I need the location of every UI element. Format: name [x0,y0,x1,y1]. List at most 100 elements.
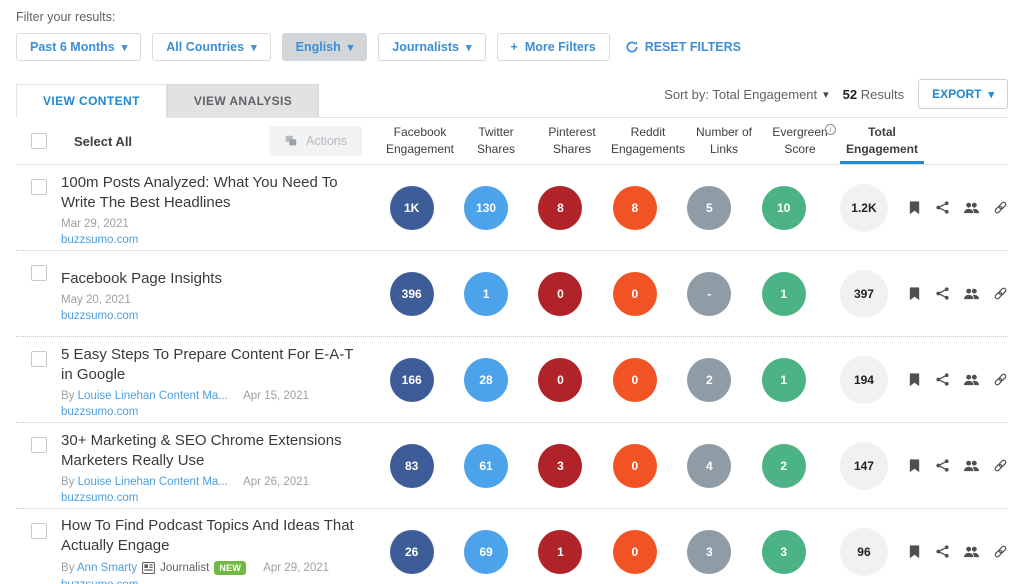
link-icon[interactable] [993,372,1008,387]
people-icon[interactable] [963,286,980,301]
tab-view-analysis[interactable]: VIEW ANALYSIS [167,84,319,117]
bookmark-icon[interactable] [907,372,922,387]
number-of-links-value: - [687,272,731,316]
bookmark-icon[interactable] [907,286,922,301]
journalists-dropdown[interactable]: Journalists ▾ [378,33,485,61]
domain-link[interactable]: buzzsumo.com [61,234,138,246]
row-checkbox[interactable] [31,179,47,195]
date-range-dropdown[interactable]: Past 6 Months ▾ [16,33,141,61]
results-word: Results [861,87,904,102]
facebook-engagement-value: 1K [390,186,434,230]
total-engagement-value: 194 [840,356,888,404]
journalist-tag: Journalist NEW [142,561,246,575]
export-button[interactable]: EXPORT ▾ [918,79,1008,109]
article-title[interactable]: 5 Easy Steps To Prepare Content For E-A-… [61,345,366,385]
total-engagement-value: 96 [840,528,888,576]
row-checkbox[interactable] [31,351,47,367]
number-of-links-value: 2 [687,358,731,402]
countries-label: All Countries [166,40,244,54]
sort-by-dropdown[interactable]: Sort by: Total Engagement ▾ [664,87,829,102]
journalist-label: Journalist [160,562,209,574]
author-link[interactable]: Ann Smarty [77,562,137,574]
plus-icon: + [511,40,518,54]
table-row: 100m Posts Analyzed: What You Need To Wr… [16,165,1008,251]
reddit-engagements-value: 8 [613,186,657,230]
row-checkbox[interactable] [31,265,47,281]
reddit-engagements-value: 0 [613,530,657,574]
people-icon[interactable] [963,372,980,387]
bookmark-icon[interactable] [907,544,922,559]
link-icon[interactable] [993,200,1008,215]
twitter-shares-value: 130 [464,186,508,230]
facebook-engagement-value: 83 [390,444,434,488]
refresh-icon [625,40,639,54]
domain-link[interactable]: buzzsumo.com [61,492,138,504]
pinterest-shares-value: 3 [538,444,582,488]
column-header-reddit[interactable]: Reddit Engagements [610,118,686,164]
share-icon[interactable] [935,286,950,301]
pinterest-shares-value: 8 [538,186,582,230]
evergreen-score-value: 3 [762,530,806,574]
people-icon[interactable] [963,458,980,473]
table-row: 30+ Marketing & SEO Chrome Extensions Ma… [16,423,1008,509]
countries-dropdown[interactable]: All Countries ▾ [152,33,270,61]
more-filters-button[interactable]: + More Filters [497,33,610,61]
share-icon[interactable] [935,544,950,559]
column-header-twitter[interactable]: Twitter Shares [458,118,534,164]
column-header-facebook[interactable]: Facebook Engagement [382,118,458,164]
evergreen-score-value: 10 [762,186,806,230]
select-all-checkbox[interactable] [31,133,47,149]
pinterest-shares-value: 0 [538,358,582,402]
reddit-engagements-value: 0 [613,272,657,316]
bookmark-icon[interactable] [907,458,922,473]
number-of-links-value: 4 [687,444,731,488]
byline: By Louise Linehan Content Ma... Apr 26, … [61,476,309,488]
share-icon[interactable] [935,458,950,473]
share-icon[interactable] [935,372,950,387]
tab-view-content[interactable]: VIEW CONTENT [16,84,167,118]
byline: By Louise Linehan Content Ma... Apr 15, … [61,390,309,402]
actions-button[interactable]: Actions [269,126,362,156]
facebook-engagement-value: 166 [390,358,434,402]
domain-link[interactable]: buzzsumo.com [61,579,138,584]
filter-label: Filter your results: [16,10,1008,24]
byline: By Ann Smarty [61,562,137,574]
share-icon[interactable] [935,200,950,215]
article-title[interactable]: 100m Posts Analyzed: What You Need To Wr… [61,173,366,213]
twitter-shares-value: 1 [464,272,508,316]
chevron-down-icon: ▾ [251,41,257,54]
actions-label: Actions [306,134,347,148]
column-header-total[interactable]: Total Engagement [838,118,926,164]
article-title[interactable]: Facebook Page Insights [61,269,366,289]
language-dropdown[interactable]: English ▾ [282,33,368,61]
table-row: 5 Easy Steps To Prepare Content For E-A-… [16,337,1008,423]
author-link[interactable]: Louise Linehan Content Ma... [78,476,228,488]
row-checkbox[interactable] [31,437,47,453]
facebook-engagement-value: 26 [390,530,434,574]
link-icon[interactable] [993,544,1008,559]
filter-row: Past 6 Months ▾ All Countries ▾ English … [16,33,1008,61]
people-icon[interactable] [963,544,980,559]
column-header-evergreen[interactable]: Evergreen Score i [762,118,838,164]
new-badge: NEW [214,561,246,575]
reset-filters-label: RESET FILTERS [645,40,741,54]
link-icon[interactable] [993,286,1008,301]
bookmark-icon[interactable] [907,200,922,215]
table-row: Facebook Page Insights May 20, 2021 buzz… [16,251,1008,337]
domain-link[interactable]: buzzsumo.com [61,406,138,418]
article-title[interactable]: How To Find Podcast Topics And Ideas Tha… [61,516,366,556]
table-row: How To Find Podcast Topics And Ideas Tha… [16,509,1008,584]
column-header-links[interactable]: Number of Links [686,118,762,164]
header-left: Select All Actions [16,126,382,156]
column-header-pinterest[interactable]: Pinterest Shares [534,118,610,164]
people-icon[interactable] [963,200,980,215]
author-link[interactable]: Louise Linehan Content Ma... [78,390,228,402]
info-icon[interactable]: i [825,124,836,135]
pinterest-shares-value: 1 [538,530,582,574]
reset-filters-button[interactable]: RESET FILTERS [621,34,745,60]
article-title[interactable]: 30+ Marketing & SEO Chrome Extensions Ma… [61,431,366,471]
row-checkbox[interactable] [31,523,47,539]
link-icon[interactable] [993,458,1008,473]
domain-link[interactable]: buzzsumo.com [61,310,138,322]
article-date: Mar 29, 2021 [61,218,129,230]
